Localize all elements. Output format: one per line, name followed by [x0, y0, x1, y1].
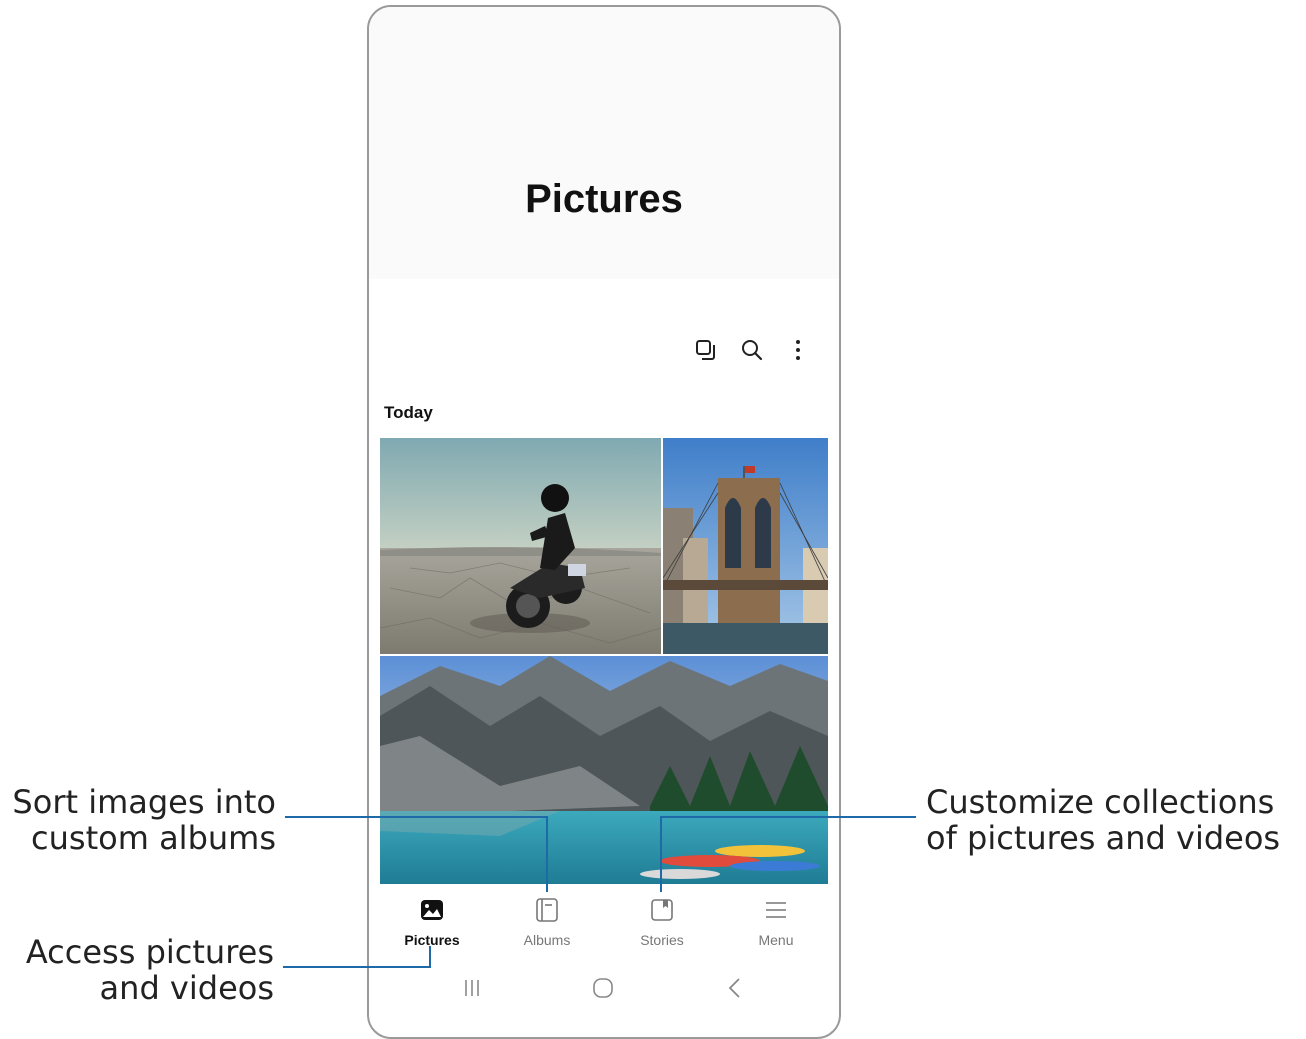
leader-pictures-horizontal — [283, 966, 431, 968]
more-options-icon[interactable] — [775, 333, 821, 367]
menu-icon — [766, 902, 786, 918]
leader-stories-vertical — [660, 816, 662, 892]
photo-motorcycle[interactable] — [380, 438, 661, 654]
select-icon[interactable] — [683, 333, 729, 367]
header-area: Pictures — [369, 7, 839, 279]
section-label-today: Today — [384, 403, 433, 422]
nav-label-pictures: Pictures — [404, 932, 460, 948]
recents-icon[interactable] — [452, 971, 492, 1005]
photo-lake[interactable] — [380, 656, 828, 884]
albums-icon — [536, 898, 558, 922]
callout-stories-line-1: Customize collections — [926, 783, 1275, 821]
callout-pictures-line-1: Access pictures — [25, 933, 274, 971]
toolbar — [683, 333, 821, 367]
back-icon[interactable] — [715, 971, 755, 1005]
callout-stories: Customize collections of pictures and vi… — [926, 784, 1306, 856]
leader-albums-horizontal — [285, 816, 547, 818]
photo-bridge[interactable] — [663, 438, 828, 654]
page-title: Pictures — [525, 177, 683, 221]
callout-stories-line-2: of pictures and videos — [926, 819, 1281, 857]
pictures-icon — [421, 900, 443, 920]
nav-label-albums: Albums — [523, 932, 571, 948]
bottom-nav: Pictures Albums Stories Menu — [369, 887, 839, 957]
nav-item-albums[interactable]: Albums — [492, 897, 602, 948]
stories-icon — [651, 899, 673, 921]
callout-pictures-line-2: and videos — [99, 969, 274, 1007]
nav-label-stories: Stories — [640, 932, 684, 948]
nav-item-menu[interactable]: Menu — [721, 897, 831, 948]
callout-albums: Sort images into custom albums — [0, 784, 276, 856]
callout-pictures: Access pictures and videos — [0, 934, 274, 1006]
home-icon[interactable] — [583, 971, 623, 1005]
system-nav-bar — [369, 971, 839, 1005]
nav-label-menu: Menu — [758, 932, 794, 948]
callout-albums-line-1: Sort images into — [12, 783, 276, 821]
phone-frame: Pictures Today Pictures Albums Stories M… — [367, 5, 841, 1039]
callout-albums-line-2: custom albums — [31, 819, 276, 857]
nav-item-stories[interactable]: Stories — [607, 897, 717, 948]
leader-pictures-vertical — [429, 946, 431, 968]
search-icon[interactable] — [729, 333, 775, 367]
leader-albums-vertical — [546, 816, 548, 892]
nav-item-pictures[interactable]: Pictures — [377, 897, 487, 948]
leader-stories-horizontal — [660, 816, 916, 818]
